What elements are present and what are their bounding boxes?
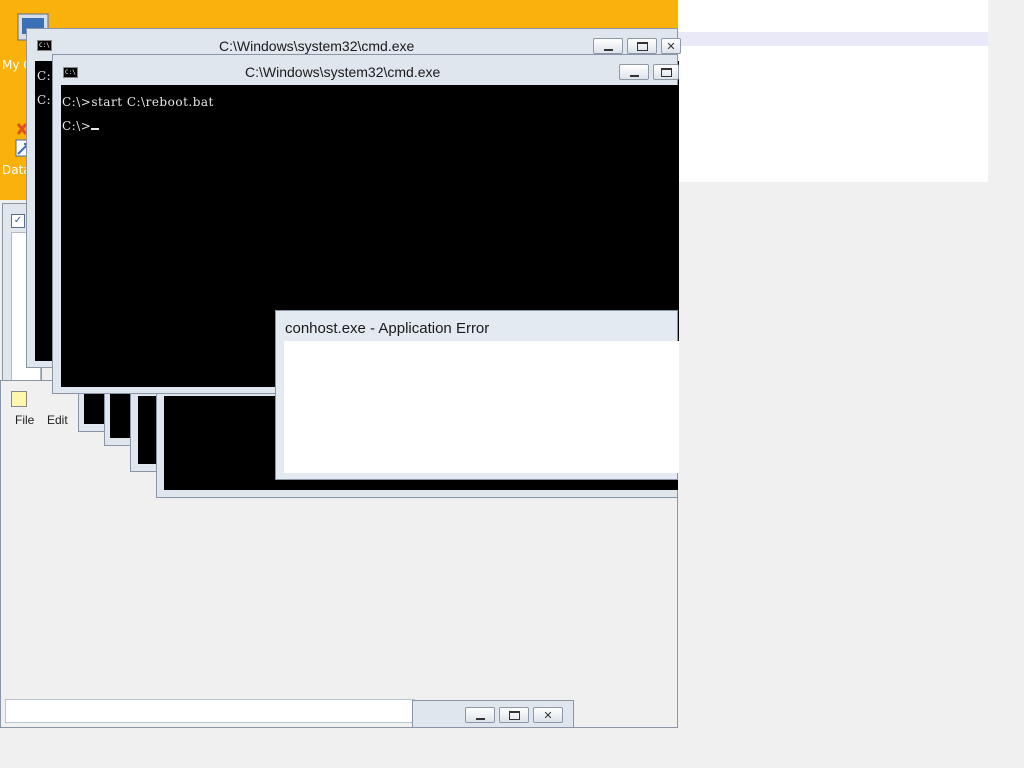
menu-file[interactable]: File: [15, 413, 34, 427]
close-button[interactable]: ✕: [533, 707, 563, 723]
blank-panel-band: [678, 32, 988, 46]
close-icon: ✕: [666, 39, 676, 53]
status-bar: [5, 699, 415, 723]
console-command-line: C:\>start C:\reboot.bat: [62, 95, 214, 109]
minimize-icon: [475, 716, 485, 720]
maximize-icon: [508, 710, 520, 720]
cmd-icon: C:\: [37, 40, 52, 51]
console-prompt-line: C:\>: [62, 119, 100, 133]
dialog-title: conhost.exe - Application Error: [285, 320, 490, 337]
console-prompt: C:\>: [62, 119, 92, 133]
console-line: C:: [37, 69, 52, 83]
minimize-icon: [603, 47, 613, 51]
minimize-icon: [629, 73, 639, 77]
minimize-button[interactable]: [619, 64, 649, 80]
minimize-button[interactable]: [593, 38, 623, 54]
minimize-button[interactable]: [465, 707, 495, 723]
close-button[interactable]: ✕: [661, 38, 681, 54]
menu-edit[interactable]: Edit: [47, 413, 68, 427]
minimized-window-bar[interactable]: ✕: [412, 700, 574, 728]
maximize-button[interactable]: [653, 64, 679, 80]
console-line: C:: [37, 93, 52, 107]
checkbox-icon: ✓: [11, 214, 25, 228]
close-icon: ✕: [543, 708, 553, 722]
blank-panel: [678, 0, 988, 182]
maximize-icon: [660, 67, 672, 77]
cmd-icon: C:\: [63, 67, 78, 78]
window-title: C:\Windows\system32\cmd.exe: [245, 64, 441, 80]
maximize-icon: [636, 41, 648, 51]
notepad-icon: [11, 391, 27, 407]
text-cursor: [91, 128, 100, 130]
error-dialog[interactable]: conhost.exe - Application Error: [275, 310, 679, 480]
window-title: C:\Windows\system32\cmd.exe: [219, 38, 415, 54]
maximize-button[interactable]: [499, 707, 529, 723]
dialog-content: [284, 341, 679, 473]
maximize-button[interactable]: [627, 38, 657, 54]
